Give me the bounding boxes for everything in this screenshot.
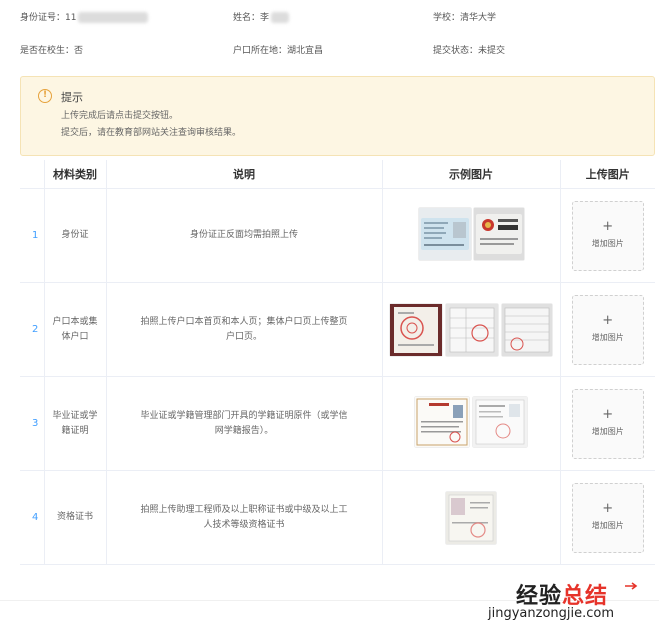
table-bottom-divider [20, 564, 655, 565]
row-index: 1 [20, 188, 44, 283]
row-category: 毕业证或学籍证明 [43, 376, 106, 471]
redacted-name [271, 12, 290, 23]
plus-icon: + [602, 407, 614, 422]
sample-cell [381, 470, 560, 565]
name-label: 姓名：李 [233, 13, 270, 23]
table-header-row: 材料类别 说明 示例图片 上传图片 [20, 160, 655, 189]
sample-cell [381, 188, 560, 283]
add-image-button[interactable]: + 增加图片 [571, 482, 644, 553]
table-row: 2 户口本或集体户口 拍照上传户口本首页和本人页；集体户口页上传整页户口页。 +… [20, 282, 655, 377]
site-watermark: 经验总结 jingyanzongjie.com [488, 578, 658, 624]
plus-icon: + [602, 219, 614, 234]
materials-table: 材料类别 说明 示例图片 上传图片 1 身份证 身份证正反面均需拍照上传 + 增… [20, 160, 655, 565]
row-category: 户口本或集体户口 [43, 282, 106, 377]
table-row: 1 身份证 身份证正反面均需拍照上传 + 增加图片 [20, 188, 655, 283]
hukou-front-sample-image [390, 303, 442, 356]
add-image-label: 增加图片 [591, 333, 624, 342]
hukou-person-sample-image [446, 303, 498, 356]
notice-box: ! 提示 上传完成后请点击提交按钮。 提交后，请在教育部网站关注查询审核结果。 [20, 76, 655, 156]
row-description: 拍照上传助理工程师及以上职称证书或中级及以上工人技术等级资格证书 [105, 470, 382, 565]
add-image-label: 增加图片 [591, 521, 624, 530]
add-image-button[interactable]: + 增加图片 [571, 388, 644, 459]
add-image-label: 增加图片 [591, 427, 624, 436]
notice-line-1: 上传完成后请点击提交按钮。 [61, 111, 179, 121]
row-description: 毕业证或学籍管理部门开具的学籍证明原件（或学信网学籍报告）。 [105, 376, 382, 471]
id-number-field: 身份证号：11 [20, 10, 149, 23]
upload-cell: + 增加图片 [559, 376, 655, 471]
student-status-report-sample-image [473, 396, 527, 447]
row-description: 身份证正反面均需拍照上传 [105, 188, 382, 283]
upload-cell: + 增加图片 [559, 282, 655, 377]
sample-cell [381, 376, 560, 471]
table-row: 3 毕业证或学籍证明 毕业证或学籍管理部门开具的学籍证明原件（或学信网学籍报告）… [20, 376, 655, 471]
add-image-label: 增加图片 [591, 239, 624, 248]
warning-icon: ! [38, 89, 52, 103]
upload-header: 上传图片 [559, 160, 655, 189]
collective-hukou-sample-image [502, 303, 552, 356]
index-header [20, 160, 44, 189]
notice-title: 提示 [61, 91, 83, 104]
plus-icon: + [602, 501, 614, 516]
id-card-front-sample-image [418, 207, 471, 260]
add-image-button[interactable]: + 增加图片 [571, 294, 644, 365]
id-number-label: 身份证号：11 [20, 13, 77, 23]
row-category: 身份证 [43, 188, 106, 283]
row-description: 拍照上传户口本首页和本人页；集体户口页上传整页户口页。 [105, 282, 382, 377]
name-field: 姓名：李 [233, 10, 290, 23]
school-field: 学校：清华大学 [433, 13, 497, 23]
upload-cell: + 增加图片 [559, 188, 655, 283]
table-row: 4 资格证书 拍照上传助理工程师及以上职称证书或中级及以上工人技术等级资格证书 [20, 470, 655, 565]
id-card-back-sample-image [473, 207, 524, 260]
qualification-certificate-sample-image [446, 491, 496, 544]
upload-cell: + 增加图片 [559, 470, 655, 565]
add-image-button[interactable]: + 增加图片 [571, 200, 644, 271]
redacted-id [78, 12, 149, 23]
submit-status-field: 提交状态：未提交 [433, 46, 506, 56]
row-index: 2 [20, 282, 44, 377]
plus-icon: + [602, 313, 614, 328]
student-info-row-1: 身份证号：11 姓名：李 学校：清华大学 [0, 10, 659, 26]
watermark-url: jingyanzongjie.com [488, 606, 615, 621]
row-index: 3 [20, 376, 44, 471]
diploma-sample-image [415, 396, 469, 447]
sample-header: 示例图片 [381, 160, 560, 189]
category-header: 材料类别 [43, 160, 106, 189]
in-school-field: 是否在校生：否 [20, 46, 84, 56]
sample-cell [381, 282, 560, 377]
hukou-field: 户口所在地：湖北宜昌 [233, 46, 324, 56]
row-index: 4 [20, 470, 44, 565]
student-info-row-2: 是否在校生：否 户口所在地：湖北宜昌 提交状态：未提交 [0, 43, 659, 59]
notice-line-2: 提交后，请在教育部网站关注查询审核结果。 [61, 128, 242, 138]
watermark-arrow-icon [625, 582, 638, 590]
row-category: 资格证书 [43, 470, 106, 565]
description-header: 说明 [105, 160, 382, 189]
